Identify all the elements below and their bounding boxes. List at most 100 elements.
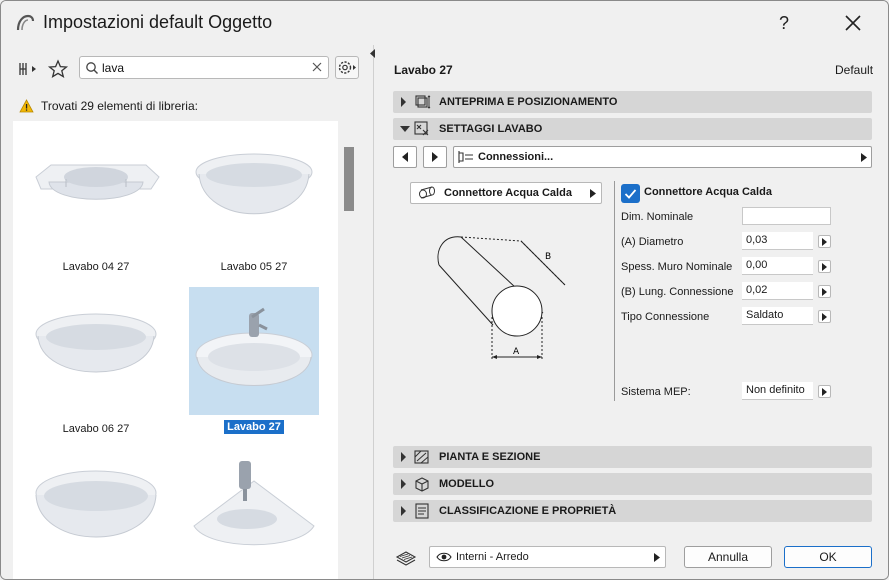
section-classification[interactable]: CLASSIFICAZIONE E PROPRIETÀ [393,500,872,522]
dialog-window: Impostazioni default Oggetto ? lava Trov… [0,0,889,580]
param-label-lung-connessione: (B) Lung. Connessione [621,286,734,298]
library-pane: Trovati 29 elementi di libreria: Lavabo … [1,45,373,579]
help-button[interactable]: ? [771,9,797,37]
param-field-spess-muro[interactable]: 0,00 [742,257,813,275]
pane-divider[interactable] [373,45,374,579]
section-label: PIANTA E SEZIONE [439,451,541,463]
library-scrollbar[interactable] [344,147,354,211]
param-field-tipo-connessione[interactable]: Saldato [742,307,813,325]
arrow-left-icon [402,152,408,162]
param-menu-button[interactable] [818,235,831,248]
cancel-button[interactable]: Annulla [684,546,772,568]
prev-page-button[interactable] [393,146,417,168]
param-label-dim-nominale: Dim. Nominale [621,211,694,223]
param-label-diametro: (A) Diametro [621,236,684,248]
caret-right-icon [822,313,827,321]
diagram-label-a: A [513,347,520,357]
param-field-dim-nominale[interactable] [742,207,831,225]
library-item[interactable] [31,451,161,579]
library-item-lavabo-06-27[interactable]: Lavabo 06 27 [31,289,161,439]
expand-arrow-icon [401,506,406,516]
caret-right-icon [590,189,596,198]
library-item-label: Lavabo 27 [224,420,284,434]
section-label: MODELLO [439,478,494,490]
classification-icon [415,503,429,519]
search-field[interactable] [79,56,329,79]
close-icon[interactable] [839,9,867,37]
search-icon [86,62,98,74]
caret-right-icon [654,553,660,562]
model-cube-icon [415,477,429,492]
library-item-label: Lavabo 06 27 [62,423,130,435]
favorites-star-icon[interactable] [47,59,69,79]
lavabo-27-thumbnail [189,287,319,415]
library-item-lavabo-04-27[interactable]: Lavabo 04 27 [31,127,161,277]
layer-selector-label: Interni - Arredo [456,551,529,563]
connector-checkbox-label: Connettore Acqua Calda [644,186,772,198]
param-menu-button[interactable] [818,385,831,398]
section-preview[interactable]: ANTEPRIMA E POSIZIONAMENTO [393,91,872,113]
param-field-diametro[interactable]: 0,03 [742,232,813,250]
lavabo-06-thumbnail [35,313,157,373]
clear-search-icon[interactable] [310,60,324,74]
connector-checkbox[interactable] [621,184,640,203]
preview-placement-icon [415,95,431,109]
ok-button[interactable]: OK [784,546,872,568]
collapse-arrow-icon [400,126,410,132]
param-menu-button[interactable] [818,310,831,323]
param-menu-button[interactable] [818,260,831,273]
pipe-connector-icon [419,186,435,199]
title-bar: Impostazioni default Oggetto ? [1,1,888,45]
param-menu-button[interactable] [818,285,831,298]
param-label-sistema-mep: Sistema MEP: [621,386,691,398]
lavabo-05-thumbnail [195,153,313,215]
connections-icon [458,151,473,163]
expand-arrow-icon [401,452,406,462]
layer-selector[interactable]: Interni - Arredo [429,546,666,568]
section-plan[interactable]: PIANTA E SEZIONE [393,446,872,468]
connector-selector-label: Connettore Acqua Calda [444,187,572,199]
page-selector[interactable]: Connessioni... [453,146,872,168]
library-item-lavabo-05-27[interactable]: Lavabo 05 27 [189,127,319,277]
plan-section-icon [414,450,429,464]
eye-icon [436,552,452,562]
warning-icon [19,99,34,113]
layers-icon [395,551,417,566]
column-separator [614,181,615,401]
library-item-lavabo-27[interactable]: Lavabo 27 [189,287,319,437]
default-label: Default [835,63,874,77]
section-settings[interactable]: SETTAGGI LAVABO [393,118,872,140]
param-label-tipo-connessione: Tipo Connessione [621,311,710,323]
page-navigator: Connessioni... [393,146,872,168]
page-selector-label: Connessioni... [478,151,554,163]
library-item-label: Lavabo 04 27 [62,261,130,273]
library-grid: Lavabo 04 27 Lavabo 05 27 Lavabo 06 27 L… [13,121,338,579]
section-label: CLASSIFICAZIONE E PROPRIETÀ [439,505,617,517]
corner-lavabo-thumbnail [193,461,315,546]
lavabo-04-thumbnail [35,164,160,200]
caret-right-icon [822,388,827,396]
connector-diagram: B A [437,236,566,361]
library-item[interactable] [189,451,319,579]
search-input[interactable] [102,59,302,76]
archicad-logo-icon [16,14,35,31]
diagram-label-b: B [545,252,551,262]
caret-right-icon [822,263,827,271]
window-title: Impostazioni default Oggetto [43,12,273,32]
section-model[interactable]: MODELLO [393,473,872,495]
found-count-text: Trovati 29 elementi di libreria: [41,99,198,113]
param-field-sistema-mep[interactable]: Non definito [742,382,813,400]
library-tree-icon[interactable] [17,59,39,79]
section-label: SETTAGGI LAVABO [439,123,543,135]
gear-icon [338,61,356,74]
param-label-spess-muro: Spess. Muro Nominale [621,261,733,273]
param-field-lung-connessione[interactable]: 0,02 [742,282,813,300]
next-page-button[interactable] [423,146,447,168]
connector-selector[interactable]: Connettore Acqua Calda [410,182,602,204]
caret-right-icon [822,238,827,246]
settings-pane: Lavabo 27 Default ANTEPRIMA E POSIZIONAM… [375,45,888,579]
library-item-label: Lavabo 05 27 [220,261,288,273]
caret-right-icon [822,288,827,296]
caret-right-icon [861,153,867,162]
library-settings-button[interactable] [335,56,359,79]
